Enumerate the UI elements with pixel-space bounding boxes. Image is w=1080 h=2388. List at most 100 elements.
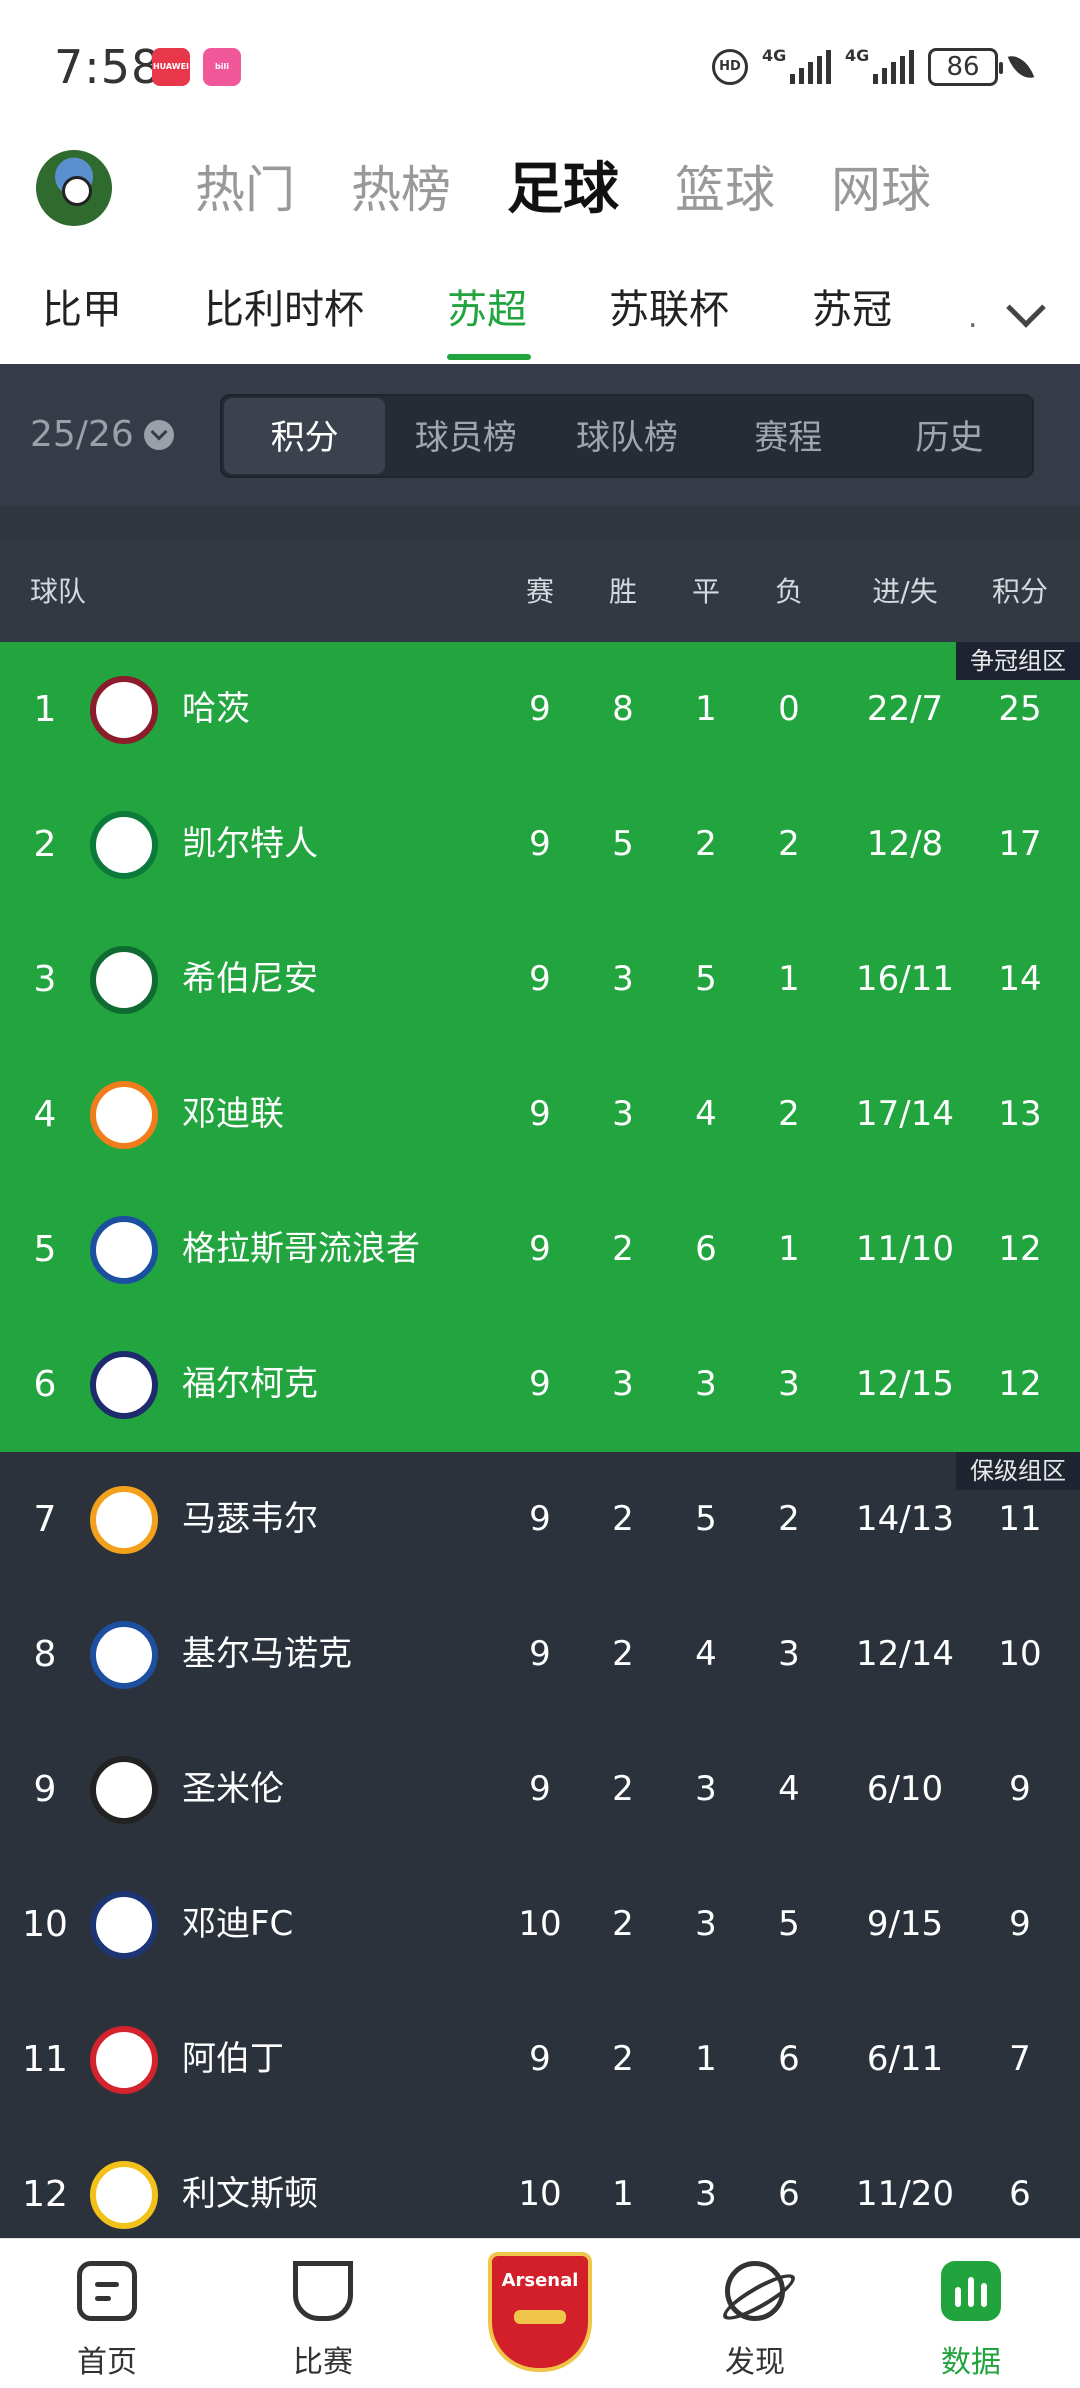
tab-tennis[interactable]: 网球 bbox=[831, 150, 931, 230]
lost-cell: 2 bbox=[778, 1499, 800, 1539]
table-row[interactable]: 2 凯尔特人 9 5 2 2 12/8 17 bbox=[0, 777, 1080, 912]
table-row[interactable]: 11 阿伯丁 9 2 1 6 6/11 7 bbox=[0, 1992, 1080, 2127]
zone-badge-relegation: 保级组区 bbox=[956, 1452, 1080, 1490]
league-tab-scottish-prem[interactable]: 苏超 bbox=[447, 280, 527, 340]
played-cell: 9 bbox=[529, 1634, 551, 1674]
league-tab-scottish-championship[interactable]: 苏冠 bbox=[812, 280, 892, 340]
battery-icon: 86 bbox=[928, 48, 1003, 86]
soccer-ball-icon bbox=[62, 176, 92, 206]
segment-player-rankings[interactable]: 球员榜 bbox=[385, 398, 546, 474]
table-row[interactable]: 3 希伯尼安 9 3 5 1 16/11 14 bbox=[0, 912, 1080, 1047]
table-row[interactable]: 1 哈茨 9 8 1 0 22/7 25 争冠组区 bbox=[0, 642, 1080, 777]
played-cell: 10 bbox=[518, 2174, 562, 2214]
huawei-app-icon: HUAWEI bbox=[152, 48, 190, 86]
won-cell: 2 bbox=[612, 1229, 634, 1269]
team-name: 圣米伦 bbox=[182, 1769, 284, 1809]
status-bar: 7:58 HUAWEI bili HD 4G 4G 86 bbox=[0, 0, 1080, 130]
league-tab-belgian-pro[interactable]: 比甲 bbox=[42, 280, 122, 340]
rank-cell: 5 bbox=[33, 1229, 57, 1270]
season-selector[interactable]: 25/26 bbox=[30, 414, 174, 455]
lost-cell: 1 bbox=[778, 1229, 800, 1269]
team-crest-icon bbox=[90, 1486, 158, 1554]
segment-history[interactable]: 历史 bbox=[869, 398, 1030, 474]
tab-hot[interactable]: 热门 bbox=[195, 150, 295, 230]
rank-cell: 6 bbox=[33, 1364, 57, 1405]
tab-basketball[interactable]: 篮球 bbox=[675, 150, 775, 230]
cannon-icon bbox=[514, 2310, 566, 2324]
goals-cell: 12/8 bbox=[866, 824, 944, 864]
team-crest-icon bbox=[90, 1351, 158, 1419]
goals-cell: 12/15 bbox=[856, 1364, 954, 1404]
team-crest-icon bbox=[90, 676, 158, 744]
lost-cell: 2 bbox=[778, 1094, 800, 1134]
signal-icon-2: 4G bbox=[845, 46, 914, 84]
team-name: 希伯尼安 bbox=[182, 959, 318, 999]
drawn-cell: 6 bbox=[695, 1229, 717, 1269]
table-row[interactable]: 6 福尔柯克 9 3 3 3 12/15 12 bbox=[0, 1317, 1080, 1452]
user-avatar[interactable] bbox=[36, 150, 112, 226]
nav-data[interactable]: 数据 bbox=[896, 2239, 1046, 2388]
nav-matches[interactable]: 比赛 bbox=[248, 2239, 398, 2388]
tab-football[interactable]: 足球 bbox=[507, 150, 619, 230]
eco-leaf-icon bbox=[1007, 50, 1035, 84]
table-row[interactable]: 4 邓迪联 9 3 4 2 17/14 13 bbox=[0, 1047, 1080, 1182]
points-cell: 12 bbox=[998, 1364, 1042, 1404]
drawn-cell: 3 bbox=[695, 1904, 717, 1944]
lost-cell: 3 bbox=[778, 1634, 800, 1674]
dropdown-icon bbox=[143, 419, 174, 450]
hd-icon: HD bbox=[712, 49, 748, 85]
team-name: 阿伯丁 bbox=[182, 2039, 284, 2079]
lost-cell: 3 bbox=[778, 1364, 800, 1404]
segment-standings[interactable]: 积分 bbox=[224, 398, 386, 474]
table-row[interactable]: 9 圣米伦 9 2 3 4 6/10 9 bbox=[0, 1722, 1080, 1857]
nav-discover[interactable]: 发现 bbox=[680, 2239, 830, 2388]
league-tab-scottish-league-cup[interactable]: 苏联杯 bbox=[609, 280, 729, 340]
zone-badge-championship: 争冠组区 bbox=[956, 642, 1080, 680]
won-cell: 3 bbox=[612, 1364, 634, 1404]
lost-cell: 2 bbox=[778, 824, 800, 864]
nav-home[interactable]: 首页 bbox=[32, 2239, 182, 2388]
nav-label: 发现 bbox=[725, 2345, 785, 2380]
segment-schedule[interactable]: 赛程 bbox=[708, 398, 869, 474]
team-name: 邓迪FC bbox=[182, 1904, 294, 1944]
points-cell: 7 bbox=[1009, 2039, 1031, 2079]
table-row[interactable]: 7 马瑟韦尔 9 2 5 2 14/13 11 保级组区 bbox=[0, 1452, 1080, 1587]
table-row[interactable]: 5 格拉斯哥流浪者 9 2 6 1 11/10 12 bbox=[0, 1182, 1080, 1317]
divider bbox=[0, 506, 1080, 542]
segment-team-rankings[interactable]: 球队榜 bbox=[546, 398, 707, 474]
played-cell: 9 bbox=[529, 959, 551, 999]
league-tab-belgian-cup[interactable]: 比利时杯 bbox=[204, 280, 364, 340]
points-cell: 14 bbox=[998, 959, 1042, 999]
played-cell: 9 bbox=[529, 1094, 551, 1134]
tab-trending[interactable]: 热榜 bbox=[351, 150, 451, 230]
points-cell: 10 bbox=[998, 1634, 1042, 1674]
drawn-cell: 5 bbox=[695, 1499, 717, 1539]
points-cell: 6 bbox=[1009, 2174, 1031, 2214]
goals-cell: 17/14 bbox=[856, 1094, 954, 1134]
header-played: 赛 bbox=[525, 575, 554, 608]
header-points: 积分 bbox=[991, 575, 1048, 608]
won-cell: 1 bbox=[612, 2174, 634, 2214]
overflow-dot: . bbox=[968, 300, 978, 335]
nav-label: 比赛 bbox=[293, 2345, 353, 2380]
table-row[interactable]: 10 邓迪FC 10 2 3 5 9/15 9 bbox=[0, 1857, 1080, 1992]
drawn-cell: 1 bbox=[695, 2039, 717, 2079]
team-name: 凯尔特人 bbox=[182, 824, 318, 864]
arsenal-crest-button[interactable]: Arsenal bbox=[488, 2252, 592, 2372]
data-icon bbox=[941, 2261, 1001, 2321]
played-cell: 9 bbox=[529, 824, 551, 864]
active-tab-indicator bbox=[447, 354, 531, 360]
header-goals: 进/失 bbox=[872, 575, 938, 608]
team-crest-icon bbox=[90, 2161, 158, 2229]
team-name: 哈茨 bbox=[182, 689, 250, 729]
bilibili-app-icon: bili bbox=[203, 48, 241, 86]
goals-cell: 22/7 bbox=[866, 689, 944, 729]
table-row[interactable]: 12 利文斯顿 10 1 3 6 11/20 6 bbox=[0, 2127, 1080, 2238]
drawn-cell: 2 bbox=[695, 824, 717, 864]
table-row[interactable]: 8 基尔马诺克 9 2 4 3 12/14 10 bbox=[0, 1587, 1080, 1722]
won-cell: 2 bbox=[612, 1769, 634, 1809]
team-crest-icon bbox=[90, 946, 158, 1014]
header-won: 胜 bbox=[608, 575, 637, 608]
drawn-cell: 5 bbox=[695, 959, 717, 999]
drawn-cell: 4 bbox=[695, 1094, 717, 1134]
